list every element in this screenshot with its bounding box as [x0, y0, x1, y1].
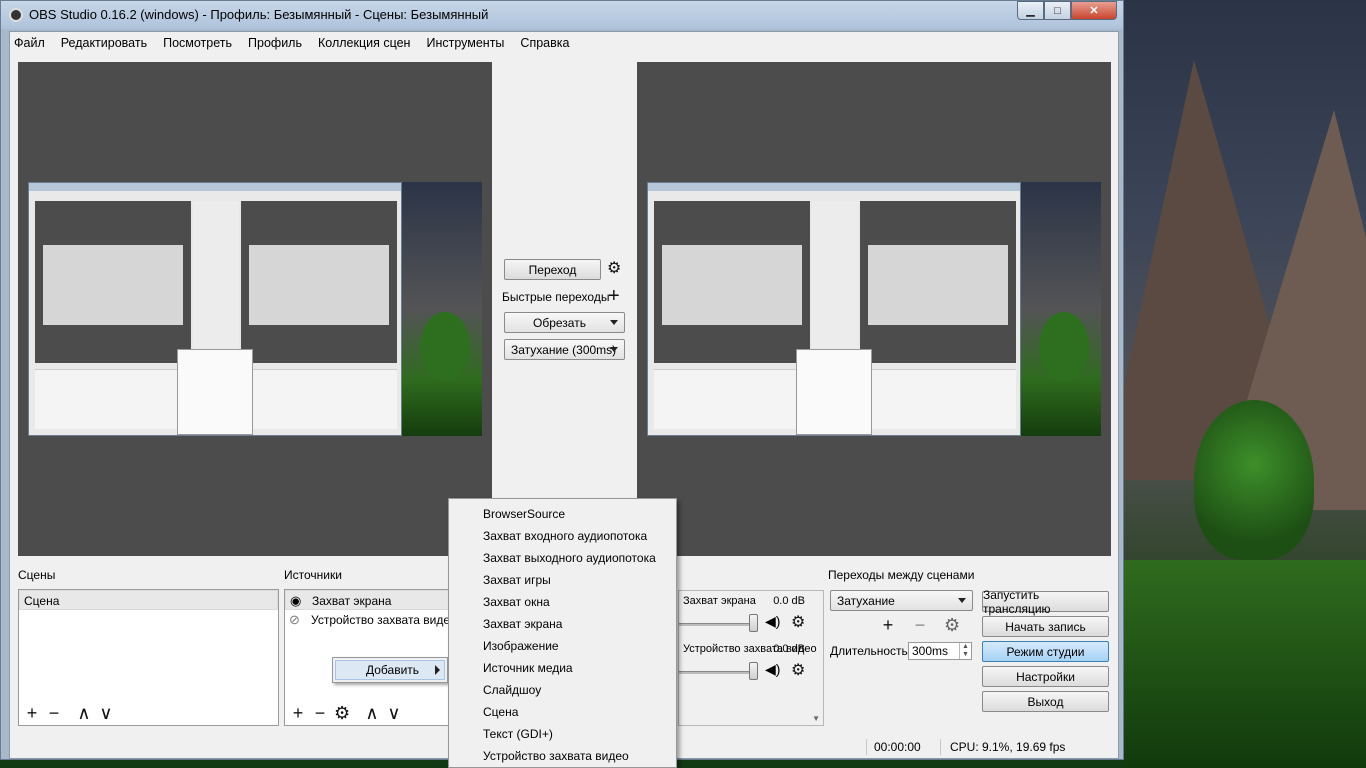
scene-transition-combo-value: Затухание	[837, 593, 895, 608]
volume-slider-handle[interactable]	[749, 662, 758, 680]
fade-combo[interactable]: Затухание (300ms)	[504, 339, 625, 360]
menu-help[interactable]: Справка	[520, 36, 569, 50]
scene-up-icon[interactable]: ∧	[76, 703, 92, 724]
maximize-button[interactable]: □	[1044, 1, 1071, 20]
submenu-item-display-capture[interactable]: Захват экрана	[449, 613, 676, 635]
submenu-item-video-capture-device[interactable]: Устройство захвата видео	[449, 745, 676, 767]
program-pane[interactable]	[637, 62, 1111, 556]
quick-transition-add-icon[interactable]: +	[608, 286, 620, 306]
scene-item[interactable]: Сцена	[19, 590, 278, 610]
quick-transitions-label: Быстрые переходы	[502, 290, 610, 304]
cut-combo-value: Обрезать	[533, 315, 586, 330]
submenu-item-scene[interactable]: Сцена	[449, 701, 676, 723]
add-transition-icon[interactable]: +	[880, 615, 896, 636]
scene-transitions-header: Переходы между сценами	[828, 568, 975, 582]
settings-button[interactable]: Настройки	[982, 666, 1109, 687]
record-time: 00:00:00	[874, 740, 921, 754]
minimize-button[interactable]: ▁	[1017, 1, 1044, 20]
preview-capture	[28, 182, 482, 436]
menu-view[interactable]: Посмотреть	[163, 36, 232, 50]
desktop-wallpaper	[1124, 0, 1366, 768]
speaker-icon[interactable]: ◀)	[765, 613, 780, 630]
submenu-item-text-gdi[interactable]: Текст (GDI+)	[449, 723, 676, 745]
cut-combo[interactable]: Обрезать	[504, 312, 625, 333]
source-down-icon[interactable]: ∨	[386, 703, 402, 724]
menu-file[interactable]: Файл	[14, 36, 45, 50]
exit-button[interactable]: Выход	[982, 691, 1109, 712]
source-item[interactable]: ⊘ Устройство захвата видео	[285, 610, 473, 630]
mixer-gear-icon[interactable]: ⚙	[791, 615, 807, 631]
scenes-header: Сцены	[18, 568, 56, 582]
add-source-icon[interactable]: +	[290, 703, 306, 724]
volume-slider[interactable]	[679, 623, 753, 626]
add-source-submenu: BrowserSource Захват входного аудиопоток…	[448, 498, 677, 768]
duration-spinbox[interactable]: 300ms ▲ ▼	[908, 642, 972, 660]
source-settings-icon[interactable]: ⚙	[334, 703, 350, 724]
submenu-item-window-capture[interactable]: Захват окна	[449, 591, 676, 613]
eye-icon[interactable]: ◉	[290, 591, 301, 611]
remove-source-icon[interactable]: −	[312, 703, 328, 724]
start-record-button[interactable]: Начать запись	[982, 616, 1109, 637]
title-bar[interactable]: OBS Studio 0.16.2 (windows) - Профиль: Б…	[1, 1, 1123, 29]
menu-bar: Файл Редактировать Посмотреть Профиль Ко…	[10, 32, 1118, 54]
sources-context-menu: Добавить	[332, 657, 448, 683]
duration-label: Длительность	[830, 644, 908, 658]
menu-profile[interactable]: Профиль	[248, 36, 302, 50]
window-title: OBS Studio 0.16.2 (windows) - Профиль: Б…	[29, 7, 489, 22]
transition-button[interactable]: Переход	[504, 259, 601, 280]
chevron-down-icon	[958, 598, 966, 603]
menu-edit[interactable]: Редактировать	[61, 36, 147, 50]
scene-down-icon[interactable]: ∨	[98, 703, 114, 724]
mixer-channel-db: 0.0 dB	[773, 643, 805, 655]
cpu-fps: CPU: 9.1%, 19.69 fps	[950, 740, 1066, 754]
studio-mode-button[interactable]: Режим студии	[982, 641, 1109, 662]
submenu-item-game-capture[interactable]: Захват игры	[449, 569, 676, 591]
sources-toolbar: + − ⚙ ∧ ∨	[290, 703, 402, 724]
preview-pane[interactable]	[18, 62, 492, 556]
chevron-down-icon	[610, 347, 618, 352]
menu-tools[interactable]: Инструменты	[426, 36, 504, 50]
volume-slider[interactable]	[679, 671, 753, 674]
duration-value: 300ms	[912, 644, 949, 658]
mixer-channel-db: 0.0 dB	[773, 595, 805, 607]
submenu-item-browser-source[interactable]: BrowserSource	[449, 503, 676, 525]
source-item[interactable]: ◉ Захват экрана	[285, 590, 473, 610]
transition-settings-icon[interactable]: ⚙	[944, 615, 960, 636]
add-menu-item[interactable]: Добавить	[335, 660, 445, 680]
source-up-icon[interactable]: ∧	[364, 703, 380, 724]
transition-gear-icon[interactable]: ⚙	[607, 261, 623, 277]
menu-scene-collection[interactable]: Коллекция сцен	[318, 36, 410, 50]
add-menu-item-label: Добавить	[366, 663, 420, 677]
audio-mixer: Захват экрана 0.0 dB ◀) ⚙ Устройство зах…	[678, 590, 824, 726]
fade-combo-value: Затухание (300ms)	[511, 342, 617, 357]
eye-hidden-icon[interactable]: ⊘	[289, 610, 300, 630]
program-capture	[647, 182, 1101, 436]
source-item-label: Устройство захвата видео	[311, 613, 457, 627]
mixer-gear-icon[interactable]: ⚙	[791, 663, 807, 679]
spin-arrows[interactable]: ▲ ▼	[959, 643, 971, 659]
remove-scene-icon[interactable]: −	[46, 703, 62, 724]
scenes-toolbar: + − ∧ ∨	[24, 703, 114, 724]
submenu-item-audio-input[interactable]: Захват входного аудиопотока	[449, 525, 676, 547]
submenu-item-audio-output[interactable]: Захват выходного аудиопотока	[449, 547, 676, 569]
add-scene-icon[interactable]: +	[24, 703, 40, 724]
volume-slider-handle[interactable]	[749, 614, 758, 632]
remove-transition-icon[interactable]: −	[912, 615, 928, 636]
source-item-label: Захват экрана	[312, 594, 392, 608]
scroll-down-arrow[interactable]: ▼	[812, 714, 820, 723]
sources-header: Источники	[284, 568, 342, 582]
submenu-item-media-source[interactable]: Источник медиа	[449, 657, 676, 679]
obs-app-icon	[9, 8, 23, 22]
submenu-arrow-icon	[435, 665, 440, 675]
speaker-icon[interactable]: ◀)	[765, 661, 780, 678]
submenu-item-image[interactable]: Изображение	[449, 635, 676, 657]
submenu-item-slideshow[interactable]: Слайдшоу	[449, 679, 676, 701]
scene-transitions-toolbar: + − ⚙	[880, 615, 960, 636]
transition-column: Переход ⚙ Быстрые переходы + Обрезать За…	[492, 62, 637, 556]
close-button[interactable]: ✕	[1071, 1, 1117, 20]
chevron-down-icon	[610, 320, 618, 325]
scene-transition-combo[interactable]: Затухание	[830, 590, 973, 611]
start-stream-button[interactable]: Запустить трансляцию	[982, 588, 1109, 616]
